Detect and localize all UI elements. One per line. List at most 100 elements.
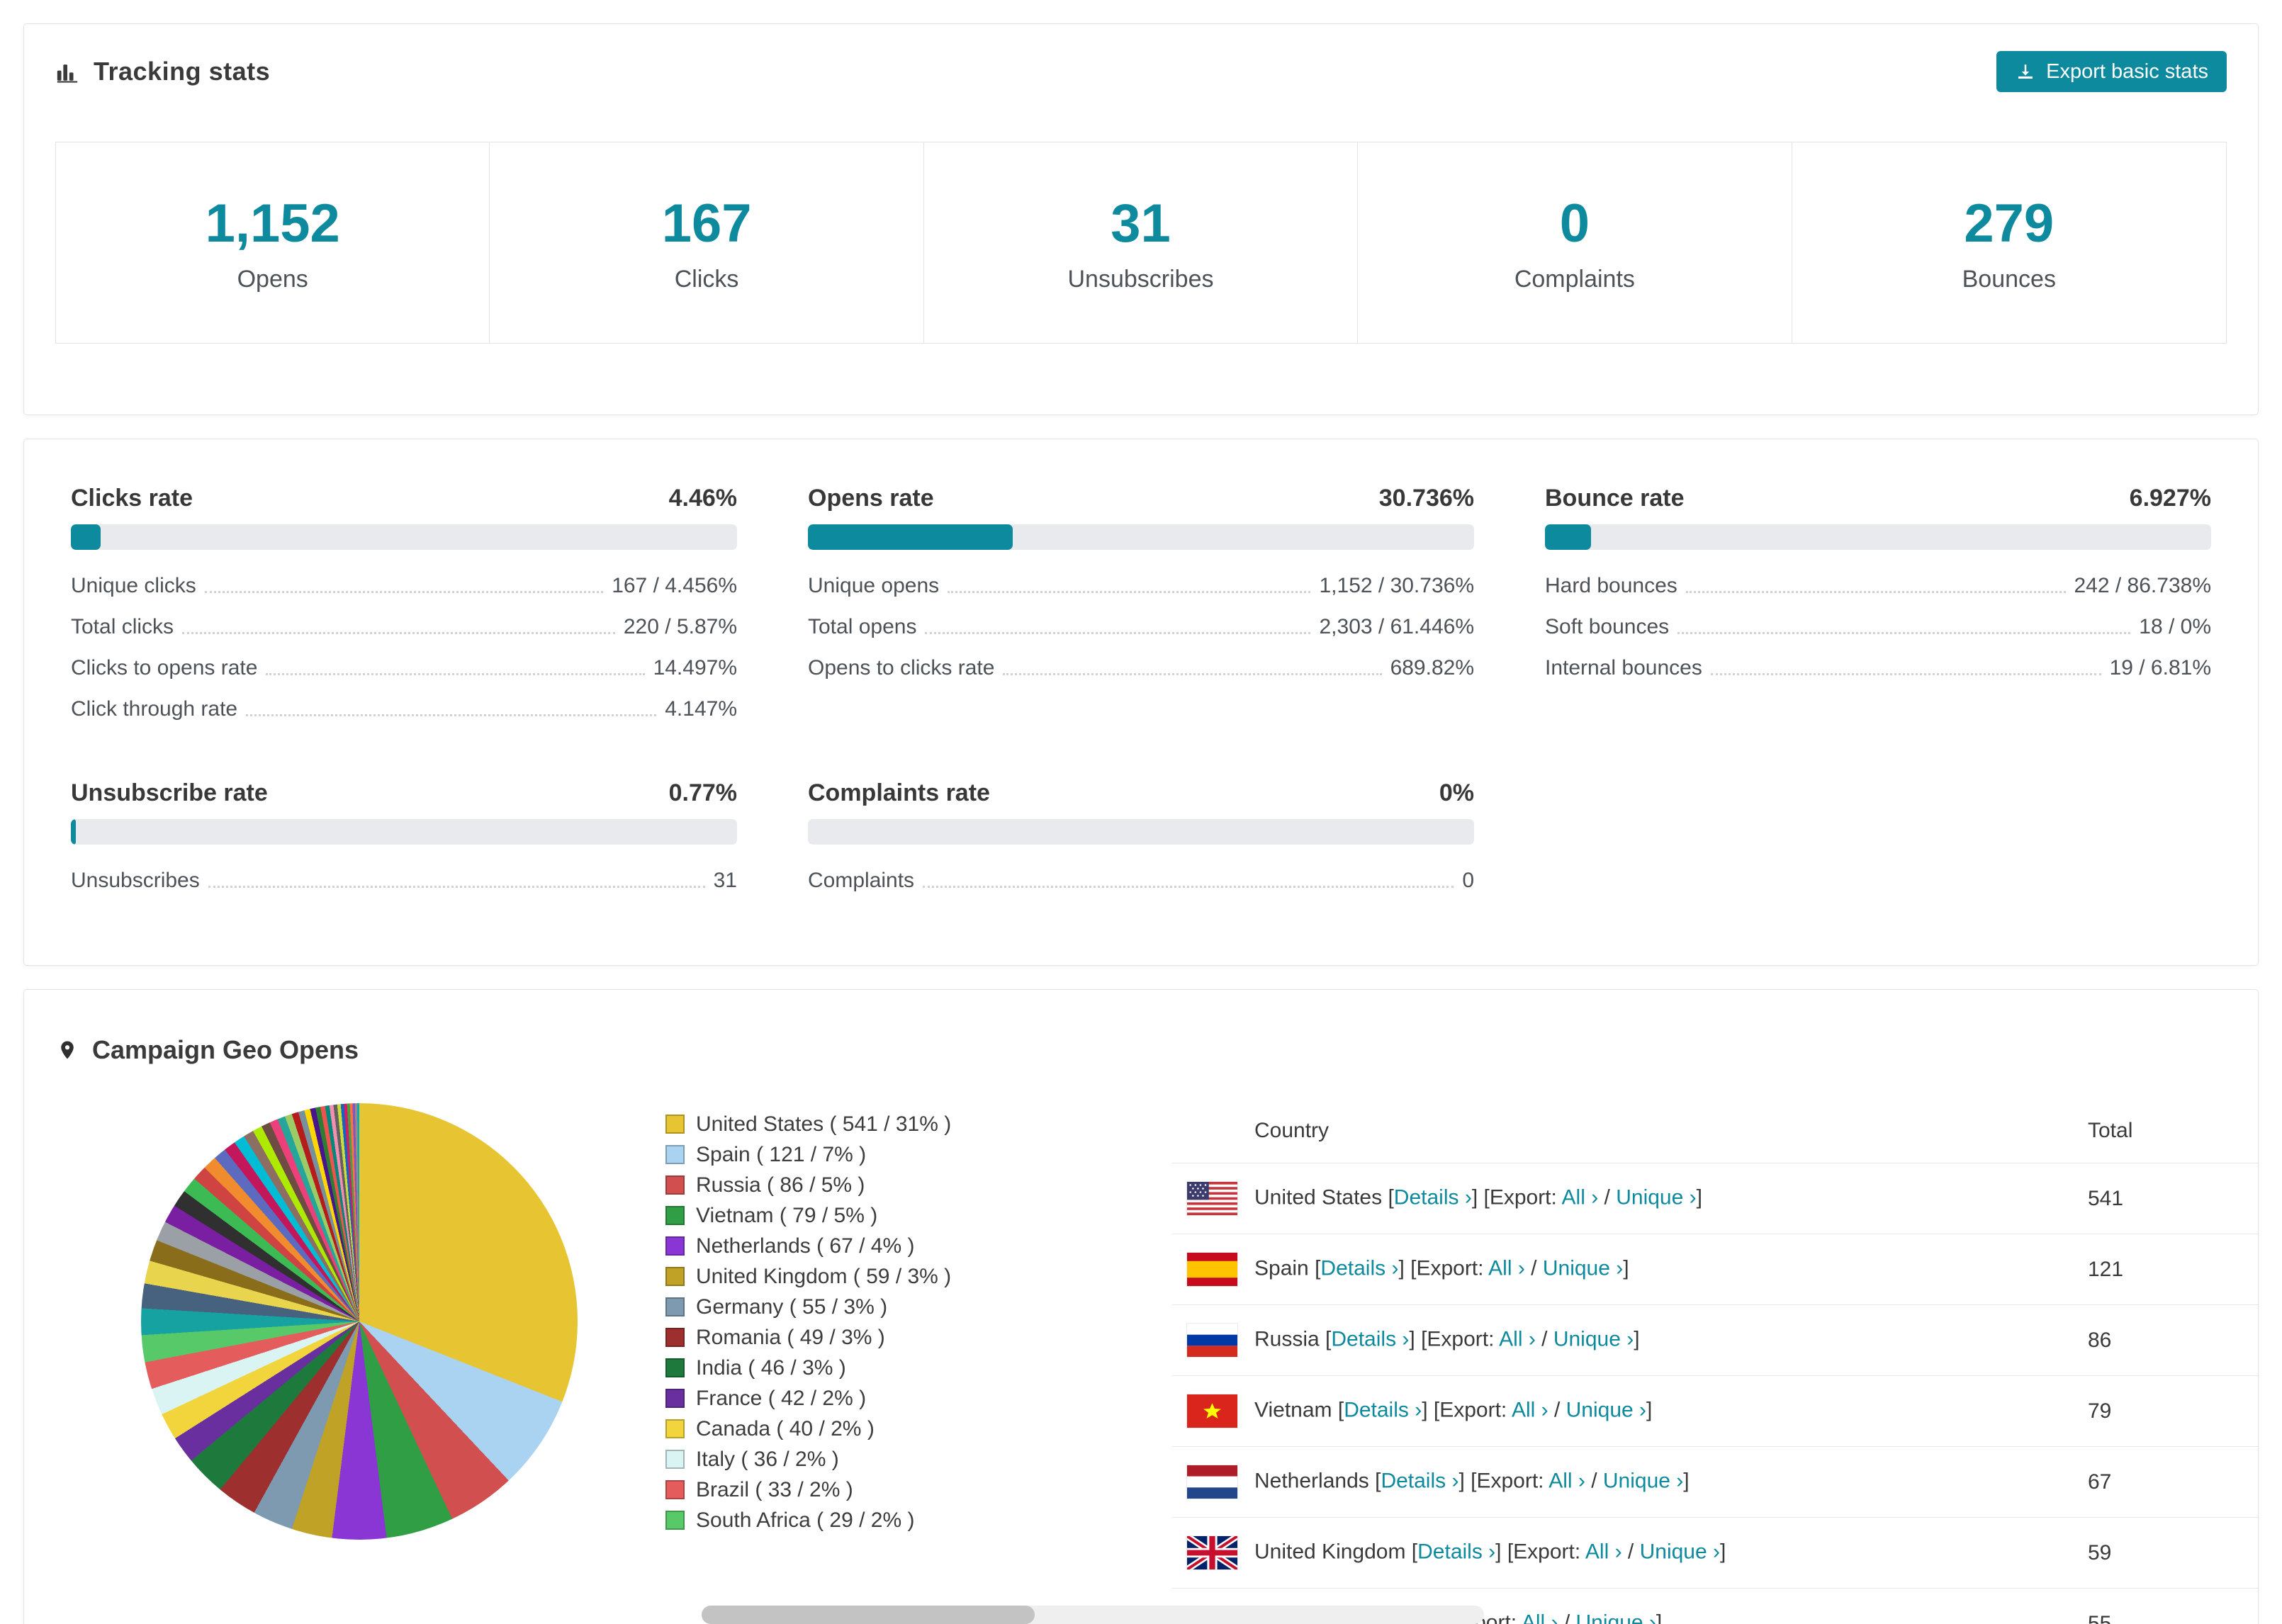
export-all-link[interactable]: All › <box>1488 1256 1525 1280</box>
country-flag-vn <box>1187 1394 1237 1428</box>
tracking-stats-header: Tracking stats Export basic stats <box>55 51 2227 92</box>
bracket-text: [ <box>1308 1256 1321 1280</box>
stat-label: Bounces <box>1962 265 2056 293</box>
legend-label: United Kingdom ( 59 / 3% ) <box>696 1264 952 1288</box>
legend-label: Canada ( 40 / 2% ) <box>696 1416 875 1440</box>
bracket-text: ] <box>1634 1327 1640 1351</box>
rate-progress-fill <box>71 819 77 845</box>
legend-item-south-africa: South Africa ( 29 / 2% ) <box>665 1505 951 1535</box>
dotted-leader <box>182 631 615 634</box>
rates-card: Clicks rate 4.46% Unique clicks 167 / 4.456… <box>23 439 2259 966</box>
export-all-link[interactable]: All › <box>1522 1611 1558 1624</box>
rate-progress-fill <box>71 524 101 550</box>
rate-row-value: 167 / 4.456% <box>612 574 737 597</box>
rate-row-value: 0 <box>1462 869 1474 892</box>
rate-row-label: Unsubscribes <box>71 869 200 892</box>
details-link[interactable]: Details › <box>1394 1185 1472 1209</box>
details-link[interactable]: Details › <box>1344 1398 1422 1421</box>
legend-item-vietnam: Vietnam ( 79 / 5% ) <box>665 1200 951 1231</box>
bracket-text: [ <box>1382 1185 1394 1209</box>
legend-swatch <box>665 1206 685 1225</box>
rate-row-label: Unique opens <box>808 574 940 597</box>
horizontal-scrollbar[interactable] <box>702 1606 1484 1624</box>
export-unique-link[interactable]: Unique › <box>1616 1185 1696 1209</box>
geo-table-wrap: Country Total United States [Details ›] … <box>1172 1100 2258 1624</box>
rate-row: Internal bounces 19 / 6.81% <box>1545 648 2211 689</box>
bracket-text: / <box>1535 1327 1553 1351</box>
export-unique-link[interactable]: Unique › <box>1640 1540 1720 1563</box>
export-unique-link[interactable]: Unique › <box>1603 1469 1683 1492</box>
country-name: Netherlands <box>1254 1469 1369 1493</box>
total-value: 79 <box>2088 1375 2258 1447</box>
country-cell: United States [Details ›] [Export: All ›… <box>1172 1163 2088 1234</box>
export-all-link[interactable]: All › <box>1548 1469 1585 1492</box>
tracking-stats-card: Tracking stats Export basic stats 1,152 O… <box>23 23 2259 415</box>
rate-head: Unsubscribe rate 0.77% <box>71 779 737 808</box>
stat-label: Clicks <box>674 265 739 293</box>
rate-head: Bounce rate 6.927% <box>1545 485 2211 513</box>
table-row-spain: Spain [Details ›] [Export: All › / Uniqu… <box>1172 1234 2258 1305</box>
legend-item-russia: Russia ( 86 / 5% ) <box>665 1170 951 1200</box>
bracket-text: ] <box>1720 1540 1726 1564</box>
rate-row-value: 220 / 5.87% <box>623 615 737 638</box>
details-link[interactable]: Details › <box>1417 1540 1495 1563</box>
legend-item-italy: Italy ( 36 / 2% ) <box>665 1444 951 1474</box>
rate-row-value: 4.147% <box>665 697 737 721</box>
rate-row-value: 1,152 / 30.736% <box>1319 574 1474 597</box>
bracket-text: / <box>1524 1256 1543 1280</box>
bracket-text: ] [Export: <box>1409 1327 1500 1351</box>
country-flag-nl <box>1187 1465 1237 1499</box>
bracket-text: / <box>1621 1540 1640 1564</box>
table-row-russia: Russia [Details ›] [Export: All › / Uniq… <box>1172 1304 2258 1376</box>
rate-progress <box>1545 524 2211 550</box>
stat-value: 279 <box>1964 193 2055 254</box>
export-all-link[interactable]: All › <box>1585 1540 1622 1563</box>
legend-swatch <box>665 1145 685 1164</box>
geo-table: Country Total United States [Details ›] … <box>1172 1100 2258 1624</box>
rate-block-opens-rate: Opens rate 30.736% Unique opens 1,152 / 30.… <box>808 485 1474 730</box>
country-name: United States <box>1254 1185 1383 1209</box>
scrollbar-thumb[interactable] <box>702 1606 1035 1624</box>
stat-value: 167 <box>661 193 752 254</box>
bracket-text: ] <box>1683 1469 1690 1493</box>
export-all-link[interactable]: All › <box>1512 1398 1548 1421</box>
export-unique-link[interactable]: Unique › <box>1543 1256 1623 1280</box>
country-cell: Russia [Details ›] [Export: All › / Uniq… <box>1172 1304 2088 1376</box>
bracket-text: ] [Export: <box>1458 1469 1549 1493</box>
rate-progress <box>808 524 1474 550</box>
bracket-text: [ <box>1405 1540 1418 1564</box>
bracket-text: ] [Export: <box>1422 1398 1512 1422</box>
total-value: 67 <box>2088 1446 2258 1518</box>
legend-label: Vietnam ( 79 / 5% ) <box>696 1203 878 1227</box>
legend-swatch <box>665 1297 685 1316</box>
rate-block-bounce-rate: Bounce rate 6.927% Hard bounces 242 / 86.73… <box>1545 485 2211 730</box>
details-link[interactable]: Details › <box>1381 1469 1458 1492</box>
export-all-link[interactable]: All › <box>1499 1327 1536 1350</box>
legend-label: Brazil ( 33 / 2% ) <box>696 1477 853 1501</box>
bracket-text: [ <box>1319 1327 1332 1351</box>
export-all-link[interactable]: All › <box>1562 1185 1599 1209</box>
table-row-vietnam: Vietnam [Details ›] [Export: All › / Uni… <box>1172 1375 2258 1447</box>
details-link[interactable]: Details › <box>1331 1327 1409 1350</box>
legend-swatch <box>665 1175 685 1195</box>
table-row-netherlands: Netherlands [Details ›] [Export: All › /… <box>1172 1446 2258 1518</box>
rate-rows: Unique clicks 167 / 4.456% Total clicks 220… <box>71 565 737 730</box>
geo-pie-chart <box>141 1103 578 1540</box>
export-unique-link[interactable]: Unique › <box>1576 1611 1656 1624</box>
export-unique-link[interactable]: Unique › <box>1566 1398 1646 1421</box>
country-flag-es <box>1187 1253 1237 1286</box>
table-row-united-kingdom: United Kingdom [Details ›] [Export: All … <box>1172 1517 2258 1589</box>
bracket-text: ] <box>1656 1611 1663 1624</box>
details-link[interactable]: Details › <box>1320 1256 1398 1280</box>
rate-row-value: 19 / 6.81% <box>2109 656 2211 680</box>
geo-opens-card: Campaign Geo Opens United States ( 541 /… <box>23 989 2259 1624</box>
legend-swatch <box>665 1389 685 1408</box>
rate-title: Complaints rate <box>808 779 990 806</box>
rate-row-value: 689.82% <box>1390 656 1474 680</box>
country-name: Spain <box>1254 1256 1309 1280</box>
export-unique-link[interactable]: Unique › <box>1553 1327 1634 1350</box>
bracket-text: / <box>1585 1469 1603 1493</box>
rate-value: 0.77% <box>668 779 737 806</box>
export-basic-stats-button[interactable]: Export basic stats <box>1996 51 2227 92</box>
legend-item-germany: Germany ( 55 / 3% ) <box>665 1292 951 1322</box>
